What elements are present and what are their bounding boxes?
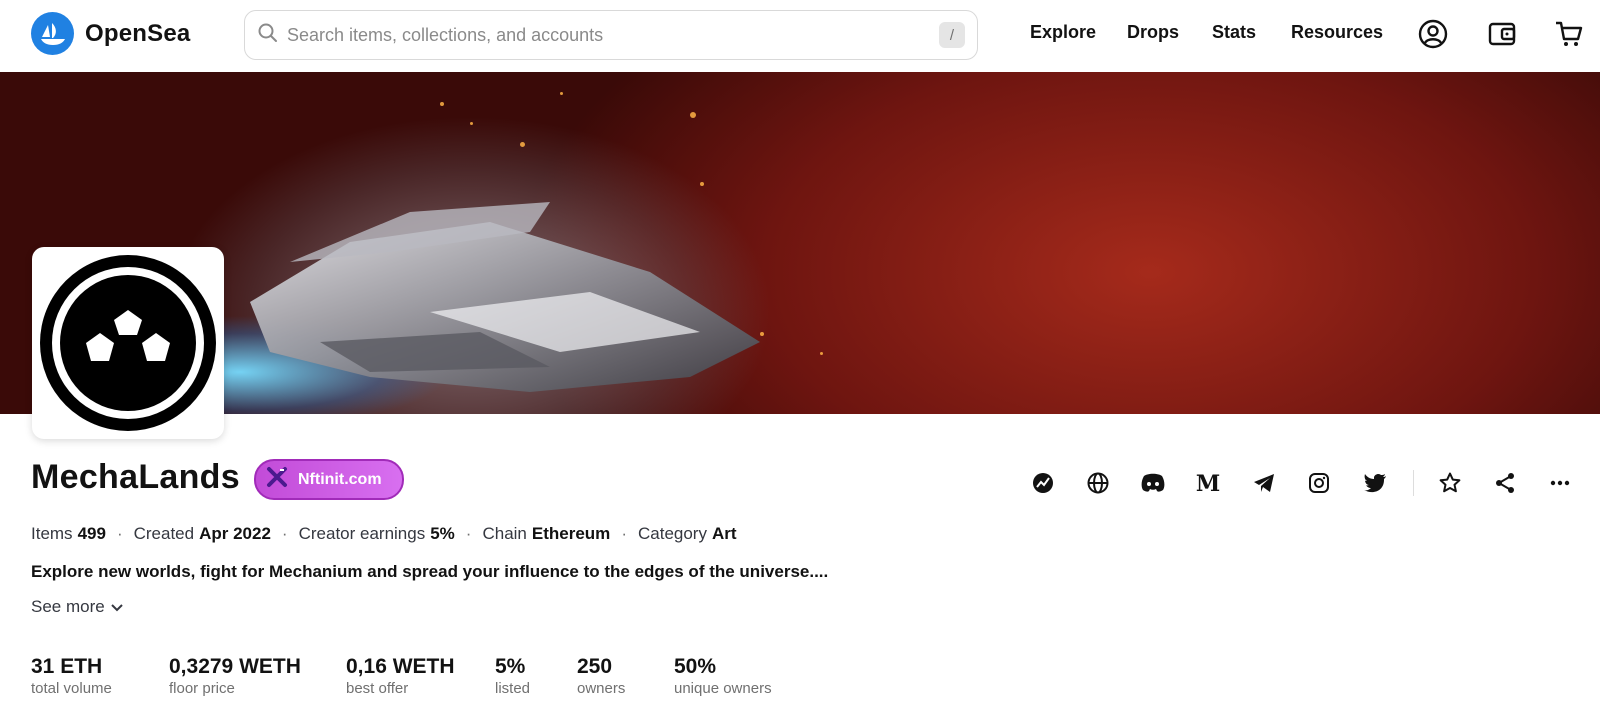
share-icon[interactable] bbox=[1488, 466, 1522, 500]
discord-icon[interactable] bbox=[1136, 466, 1170, 500]
meta-earnings-value: 5% bbox=[430, 524, 455, 543]
wallet-icon[interactable] bbox=[1485, 17, 1519, 51]
stat-best-offer[interactable]: 0,16 WETH best offer bbox=[346, 655, 455, 698]
medium-icon[interactable]: M bbox=[1191, 466, 1225, 500]
meta-created-label: Created bbox=[133, 524, 195, 543]
stat-listed[interactable]: 5% listed bbox=[495, 655, 531, 698]
top-navigation-bar: OpenSea / Explore Drops Stats Resources bbox=[0, 0, 1600, 72]
search-input[interactable] bbox=[287, 24, 939, 46]
badge-label: Nftinit.com bbox=[298, 470, 382, 488]
telegram-icon[interactable] bbox=[1247, 466, 1281, 500]
see-more-label: See more bbox=[31, 597, 105, 616]
nav-explore[interactable]: Explore bbox=[1030, 22, 1096, 43]
cart-icon[interactable] bbox=[1552, 17, 1586, 51]
meta-items-value: 499 bbox=[77, 524, 106, 543]
stat-value: 0,16 WETH bbox=[346, 655, 455, 678]
meta-category-value: Art bbox=[711, 524, 737, 543]
spaceship-illustration bbox=[250, 202, 760, 392]
stat-label: floor price bbox=[169, 680, 235, 697]
search-icon bbox=[257, 22, 279, 49]
stat-total-volume[interactable]: 31 ETH total volume bbox=[31, 655, 112, 698]
collection-name: MechaLands bbox=[31, 458, 240, 496]
stat-floor-price[interactable]: 0,3279 WETH floor price bbox=[169, 655, 301, 698]
stat-label: total volume bbox=[31, 680, 112, 697]
more-icon[interactable] bbox=[1543, 466, 1577, 500]
search-bar[interactable]: / bbox=[244, 10, 978, 60]
meta-items-label: Items bbox=[31, 524, 73, 543]
mechalands-logo-icon bbox=[40, 255, 216, 431]
nftinit-badge[interactable]: Nftinit.com bbox=[254, 459, 404, 500]
search-shortcut-key: / bbox=[939, 22, 965, 48]
stat-label: unique owners bbox=[674, 680, 772, 697]
stat-value: 5% bbox=[495, 655, 526, 678]
meta-chain-value: Ethereum bbox=[531, 524, 611, 543]
meta-created-value: Apr 2022 bbox=[199, 524, 271, 543]
meta-earnings-label: Creator earnings bbox=[298, 524, 426, 543]
see-more-button[interactable]: See more bbox=[31, 597, 123, 617]
collection-meta: Items 499 · Created Apr 2022 · Creator ear… bbox=[31, 524, 737, 544]
meta-separator: · bbox=[116, 524, 123, 543]
globe-icon[interactable] bbox=[1081, 466, 1115, 500]
collection-description: Explore new worlds, fight for Mechanium … bbox=[31, 562, 829, 581]
nftinit-logo-icon bbox=[266, 466, 288, 493]
twitter-icon[interactable] bbox=[1358, 466, 1392, 500]
stat-value: 0,3279 WETH bbox=[169, 655, 301, 678]
social-divider bbox=[1413, 470, 1414, 496]
svg-text:M: M bbox=[1196, 471, 1220, 495]
meta-separator: · bbox=[621, 524, 627, 543]
instagram-icon[interactable] bbox=[1302, 466, 1336, 500]
nav-stats[interactable]: Stats bbox=[1212, 22, 1256, 43]
stat-value: 50% bbox=[674, 655, 717, 678]
nav-drops[interactable]: Drops bbox=[1127, 22, 1179, 43]
chevron-down-icon bbox=[110, 597, 123, 617]
nav-resources[interactable]: Resources bbox=[1291, 22, 1383, 43]
meta-separator: · bbox=[281, 524, 288, 543]
opensea-logo-icon bbox=[31, 12, 74, 55]
stat-value: 31 ETH bbox=[31, 655, 103, 678]
star-icon[interactable] bbox=[1433, 466, 1467, 500]
meta-chain-label: Chain bbox=[482, 524, 527, 543]
stat-unique-owners[interactable]: 50% unique owners bbox=[674, 655, 772, 698]
meta-category-label: Category bbox=[637, 524, 707, 543]
collection-banner-image bbox=[0, 72, 1600, 414]
stat-label: owners bbox=[577, 680, 626, 697]
stat-label: best offer bbox=[346, 680, 409, 697]
stat-value: 250 bbox=[577, 655, 613, 678]
account-icon[interactable] bbox=[1416, 17, 1450, 51]
collection-avatar bbox=[32, 247, 224, 439]
meta-separator: · bbox=[465, 524, 472, 543]
opensea-logo-text: OpenSea bbox=[85, 19, 191, 47]
opensea-logo[interactable]: OpenSea bbox=[31, 12, 190, 55]
stat-label: listed bbox=[495, 680, 531, 697]
stat-owners[interactable]: 250 owners bbox=[577, 655, 626, 698]
activity-icon[interactable] bbox=[1026, 466, 1060, 500]
